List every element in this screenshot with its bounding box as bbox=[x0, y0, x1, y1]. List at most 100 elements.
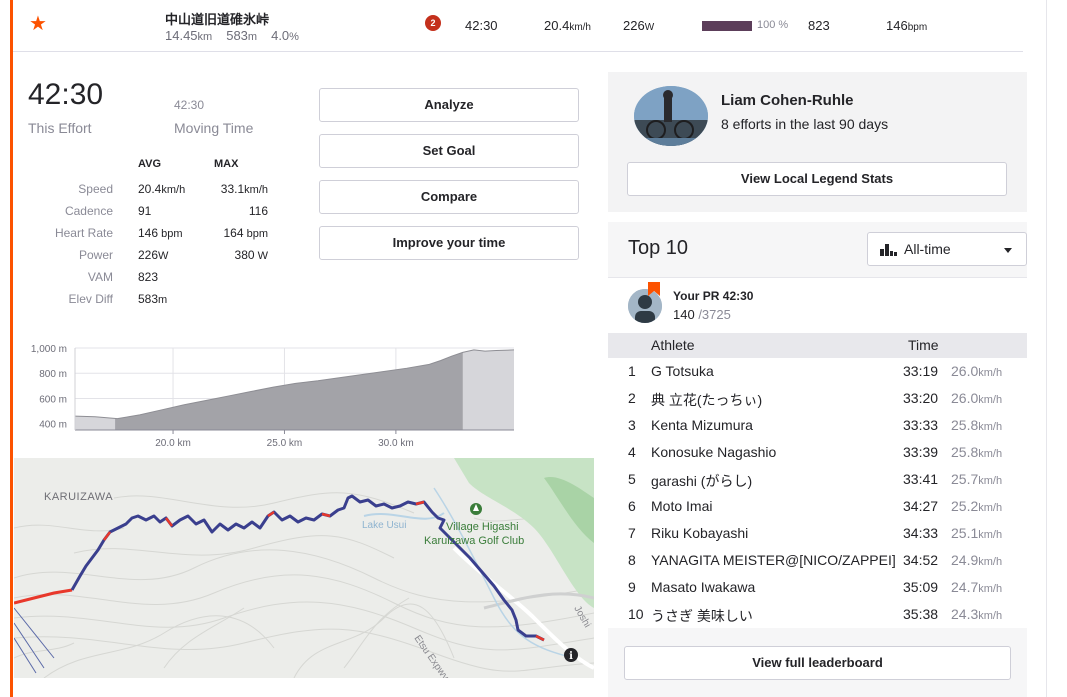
local-legend-card: Liam Cohen-Ruhle 8 efforts in the last 9… bbox=[608, 72, 1027, 212]
local-legend-name[interactable]: Liam Cohen-Ruhle bbox=[721, 92, 854, 109]
leaderboard-time: 33:20 bbox=[903, 390, 939, 406]
effort-time: 42:30 bbox=[28, 78, 104, 111]
leaderboard-speed-unit: km/h bbox=[978, 475, 1003, 487]
stat-avg: 146 bpm bbox=[138, 226, 183, 240]
leaderboard-rank: 4 bbox=[628, 444, 636, 460]
leaderboard-rank: 5 bbox=[628, 471, 636, 487]
leaderboard-athlete-name[interactable]: Moto Imai bbox=[651, 498, 712, 514]
elevation-area-segment[interactable] bbox=[75, 350, 514, 430]
local-legend-avatar[interactable] bbox=[634, 86, 708, 146]
bar-chart-icon bbox=[880, 244, 897, 256]
leaderboard-speed: 24.7km/h bbox=[951, 579, 1002, 595]
map-label-golf-2: Karuizawa Golf Club bbox=[424, 535, 524, 547]
leaderboard-speed-unit: km/h bbox=[978, 367, 1003, 379]
leaderboard-row[interactable]: 9 Masato Iwakawa 35:09 24.7km/h bbox=[608, 574, 1027, 601]
leaderboard-athlete-name[interactable]: Masato Iwakawa bbox=[651, 579, 755, 595]
your-pr-row[interactable]: Your PR 42:30 140 /3725 bbox=[608, 277, 1027, 333]
leaderboard-athlete-name[interactable]: Kenta Mizumura bbox=[651, 417, 753, 433]
your-pr-rank-value: 140 bbox=[673, 307, 695, 322]
leaderboard-row[interactable]: 6 Moto Imai 34:27 25.2km/h bbox=[608, 493, 1027, 520]
leaderboard-panel: Top 10 All-time Your PR 42:30 140 /3725 … bbox=[608, 222, 1027, 697]
stat-avg-value: 583 bbox=[138, 292, 159, 306]
stat-avg-unit: km/h bbox=[161, 184, 186, 196]
leaderboard-speed-value: 24.3 bbox=[951, 606, 979, 622]
segment-name[interactable]: 中山道旧道碓氷峠 bbox=[165, 9, 269, 28]
star-icon[interactable]: ★ bbox=[29, 14, 47, 34]
leaderboard-row[interactable]: 3 Kenta Mizumura 33:33 25.8km/h bbox=[608, 412, 1027, 439]
leaderboard-rank: 1 bbox=[628, 363, 636, 379]
stat-row: Cadence 91 116 bbox=[38, 204, 278, 226]
view-local-legend-stats-button[interactable]: View Local Legend Stats bbox=[627, 162, 1007, 196]
analyze-button[interactable]: Analyze bbox=[319, 88, 579, 122]
leaderboard-athlete-name[interactable]: Konosuke Nagashio bbox=[651, 444, 776, 460]
leaderboard-speed-unit: km/h bbox=[978, 583, 1003, 595]
y-tick-label: 600 m bbox=[39, 394, 67, 405]
view-full-leaderboard-button[interactable]: View full leaderboard bbox=[624, 646, 1011, 680]
stat-max: 33.1km/h bbox=[221, 182, 268, 196]
segment-speed-value: 20.4 bbox=[544, 18, 570, 33]
x-tick-label: 30.0 km bbox=[378, 438, 414, 449]
stat-avg: 226W bbox=[138, 248, 168, 262]
leaderboard-athlete-name[interactable]: garashi (がらし) bbox=[651, 471, 752, 491]
improve-time-button[interactable]: Improve your time bbox=[319, 226, 579, 260]
stat-row: VAM 823 bbox=[38, 270, 278, 292]
stat-avg-unit: bpm bbox=[158, 228, 183, 240]
set-goal-button[interactable]: Set Goal bbox=[319, 134, 579, 168]
segment-map[interactable]: i KARUIZAWA Lake Usui Village Higashi Ka… bbox=[14, 458, 594, 678]
your-pr-label: Your PR 42:30 bbox=[673, 289, 754, 303]
leaderboard-row[interactable]: 5 garashi (がらし) 33:41 25.7km/h bbox=[608, 466, 1027, 493]
leaderboard-speed-value: 25.8 bbox=[951, 444, 979, 460]
leaderboard-filter-select[interactable]: All-time bbox=[867, 232, 1027, 266]
leaderboard-row[interactable]: 2 典 立花(たっちぃ) 33:20 26.0km/h bbox=[608, 385, 1027, 412]
x-tick-label: 20.0 km bbox=[155, 438, 191, 449]
stat-label: VAM bbox=[87, 270, 113, 284]
segment-distance: 14.45 bbox=[165, 28, 198, 43]
leaderboard-speed: 25.7km/h bbox=[951, 471, 1002, 487]
leaderboard-rank: 3 bbox=[628, 417, 636, 433]
leaderboard-athlete-name[interactable]: うさぎ 美味しい bbox=[651, 606, 753, 626]
leaderboard-athlete-name[interactable]: G Totsuka bbox=[651, 363, 714, 379]
pr-badge-icon bbox=[648, 282, 660, 296]
stat-label: Heart Rate bbox=[54, 226, 113, 240]
leaderboard-time: 33:33 bbox=[903, 417, 939, 433]
stat-label: Elev Diff bbox=[68, 292, 113, 306]
athlete-column-header: Athlete bbox=[651, 337, 695, 353]
leaderboard-speed-value: 26.0 bbox=[951, 390, 979, 406]
compare-button[interactable]: Compare bbox=[319, 180, 579, 214]
segment-row[interactable]: ★ 中山道旧道碓氷峠 14.45km 583m 4.0% 2 42:30 20.4k… bbox=[13, 0, 1023, 52]
leaderboard-rank: 2 bbox=[628, 390, 636, 406]
map-canvas[interactable]: i KARUIZAWA Lake Usui Village Higashi Ka… bbox=[14, 458, 594, 678]
leaderboard-row[interactable]: 1 G Totsuka 33:19 26.0km/h bbox=[608, 358, 1027, 385]
leaderboard-athlete-name[interactable]: 典 立花(たっちぃ) bbox=[651, 390, 762, 410]
leaderboard-speed: 25.8km/h bbox=[951, 417, 1002, 433]
leaderboard-row[interactable]: 8 YANAGITA MEISTER@[NICO/ZAPPEI] 34:52 24.9… bbox=[608, 547, 1027, 574]
leaderboard-speed-unit: km/h bbox=[978, 394, 1003, 406]
your-pr-total: /3725 bbox=[694, 307, 731, 322]
stat-avg-value: 823 bbox=[138, 270, 159, 284]
leaderboard-athlete-name[interactable]: YANAGITA MEISTER@[NICO/ZAPPEI] bbox=[651, 552, 896, 568]
progress-bar bbox=[702, 21, 752, 31]
segment-elevation: 583 bbox=[226, 28, 248, 43]
leaderboard-row[interactable]: 10 うさぎ 美味しい 35:38 24.3km/h bbox=[608, 601, 1027, 628]
moving-time-label: Moving Time bbox=[174, 120, 254, 136]
leaderboard-speed: 25.1km/h bbox=[951, 525, 1002, 541]
stat-max-unit: W bbox=[254, 250, 268, 262]
leaderboard-rank: 10 bbox=[628, 606, 644, 622]
stat-max-value: 164 bbox=[223, 226, 244, 240]
leaderboard-rank: 7 bbox=[628, 525, 636, 541]
stat-row: Speed 20.4km/h 33.1km/h bbox=[38, 182, 278, 204]
elevation-profile-chart[interactable]: 1,000 m 800 m 600 m 400 m 20.0 km 25.0 km 30.0… bbox=[20, 338, 520, 450]
leaderboard-speed-unit: km/h bbox=[978, 502, 1003, 514]
segment-speed: 20.4km/h bbox=[544, 18, 591, 33]
leaderboard-speed-value: 25.7 bbox=[951, 471, 979, 487]
leaderboard-speed: 24.3km/h bbox=[951, 606, 1002, 622]
leaderboard-row[interactable]: 4 Konosuke Nagashio 33:39 25.8km/h bbox=[608, 439, 1027, 466]
stat-avg-unit: W bbox=[158, 250, 169, 262]
leaderboard-athlete-name[interactable]: Riku Kobayashi bbox=[651, 525, 748, 541]
stat-avg-value: 20.4 bbox=[138, 182, 162, 196]
leaderboard-rank: 6 bbox=[628, 498, 636, 514]
leaderboard-speed-value: 26.0 bbox=[951, 363, 979, 379]
leaderboard-row[interactable]: 7 Riku Kobayashi 34:33 25.1km/h bbox=[608, 520, 1027, 547]
progress-bar-fill bbox=[702, 21, 752, 31]
leaderboard-rank: 8 bbox=[628, 552, 636, 568]
